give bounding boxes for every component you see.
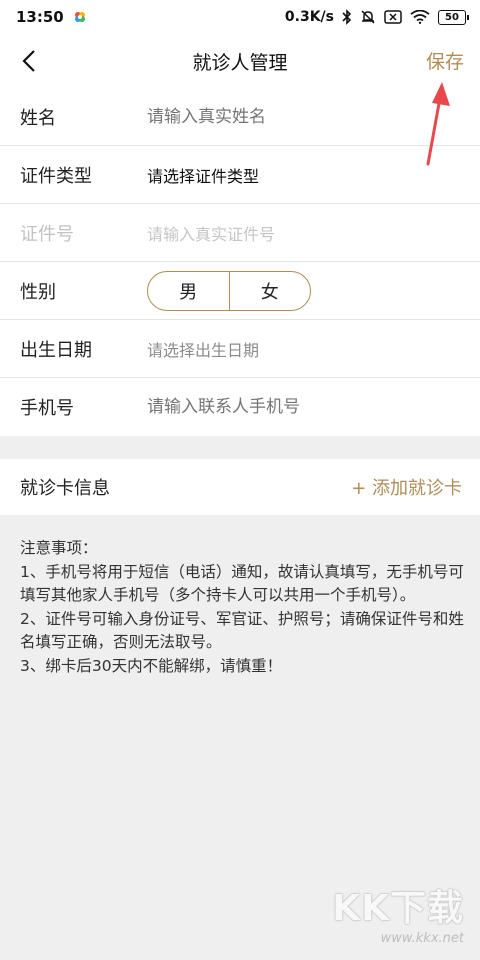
watermark: KK下载 www.kkx.net bbox=[332, 879, 464, 946]
id-number-row: 证件号 请输入真实证件号 bbox=[0, 204, 480, 262]
phone-label: 手机号 bbox=[20, 398, 74, 419]
chevron-left-icon bbox=[22, 50, 35, 72]
gender-row: 性别 男 女 bbox=[0, 262, 480, 320]
watermark-url: www.kkx.net bbox=[380, 931, 464, 946]
mute-bell-icon bbox=[361, 10, 375, 24]
id-type-row[interactable]: 证件类型 请选择证件类型 bbox=[0, 146, 480, 204]
notes-title: 注意事项： bbox=[20, 539, 98, 557]
save-button[interactable]: 保存 bbox=[426, 47, 464, 74]
status-bar: 13:50 0.3K/s 50 bbox=[0, 0, 480, 34]
name-label: 姓名 bbox=[20, 107, 56, 129]
wifi-icon bbox=[410, 10, 430, 24]
note-item: 1、手机号将用于短信（电话）通知，故请认真填写，无手机号可填写其他家人手机号（多… bbox=[20, 562, 464, 605]
network-speed: 0.3K/s bbox=[284, 9, 334, 25]
note-item: 2、证件号可输入身份证号、军官证、护照号；请确保证件号和姓名填写正确，否则无法取… bbox=[20, 609, 464, 652]
id-number-label: 证件号 bbox=[20, 223, 74, 245]
birth-date-label: 出生日期 bbox=[20, 339, 92, 361]
patient-form: 姓名 证件类型 请选择证件类型 证件号 请输入真实证件号 性别 男 女 出生日期… bbox=[0, 88, 480, 436]
nav-bar: 就诊人管理 保存 bbox=[0, 34, 480, 88]
back-button[interactable] bbox=[14, 46, 44, 76]
id-type-select[interactable]: 请选择证件类型 bbox=[147, 163, 447, 187]
phone-input[interactable] bbox=[147, 397, 447, 417]
bluetooth-icon bbox=[342, 9, 352, 25]
note-item: 3、绑卡后30天内不能解绑，请慎重！ bbox=[20, 656, 283, 675]
card-info-row: 就诊卡信息 + 添加就诊卡 bbox=[0, 459, 480, 515]
phone-row: 手机号 bbox=[0, 378, 480, 436]
name-row: 姓名 bbox=[0, 88, 480, 146]
gender-toggle: 男 女 bbox=[147, 270, 311, 311]
app-notification-icon bbox=[74, 12, 85, 22]
id-type-label: 证件类型 bbox=[20, 165, 92, 187]
annotation-arrow-icon bbox=[426, 82, 450, 166]
gender-option-male[interactable]: 男 bbox=[148, 272, 229, 310]
id-number-input[interactable]: 请输入真实证件号 bbox=[147, 221, 447, 245]
card-info-label: 就诊卡信息 bbox=[20, 478, 110, 499]
birth-date-row[interactable]: 出生日期 请选择出生日期 bbox=[0, 320, 480, 378]
page-title: 就诊人管理 bbox=[192, 51, 288, 74]
gender-option-female[interactable]: 女 bbox=[228, 271, 311, 310]
add-card-button[interactable]: + 添加就诊卡 bbox=[351, 474, 462, 500]
notes-section: 注意事项： 1、手机号将用于短信（电话）通知，故请认真填写，无手机号可填写其他家… bbox=[20, 537, 464, 678]
status-time: 13:50 bbox=[16, 8, 64, 26]
birth-date-select[interactable]: 请选择出生日期 bbox=[147, 337, 447, 361]
battery-icon: 50 bbox=[438, 9, 469, 25]
name-input[interactable] bbox=[147, 106, 447, 127]
sim-off-icon bbox=[384, 10, 402, 24]
watermark-logo: KK下载 bbox=[332, 888, 464, 929]
gender-label: 性别 bbox=[20, 281, 56, 303]
